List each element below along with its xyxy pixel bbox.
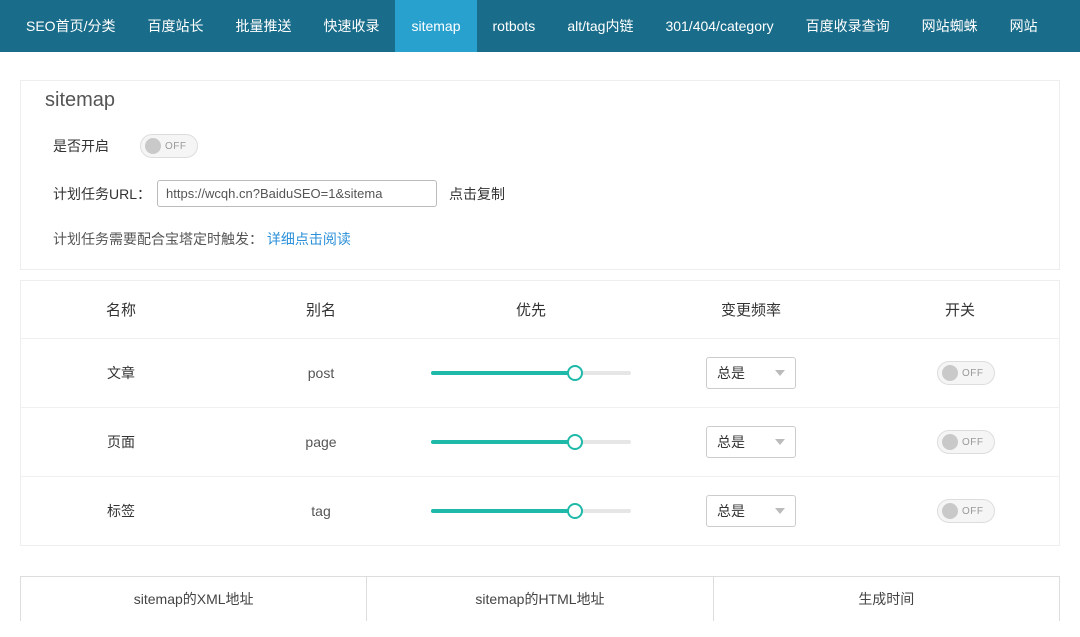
settings-panel: sitemap 是否开启 OFF 计划任务URL： 点击复制 计划任务需要配合宝…: [20, 80, 1060, 270]
priority-slider[interactable]: [431, 434, 631, 450]
nav-item-robots[interactable]: rotbots: [477, 0, 552, 52]
toggle-state-text: OFF: [165, 141, 187, 152]
toggle-knob-icon: [942, 503, 958, 519]
nav-item-site[interactable]: 网站: [994, 0, 1054, 52]
toggle-knob-icon: [145, 138, 161, 154]
row-toggle[interactable]: OFF: [937, 499, 995, 523]
col-xml-url: sitemap的XML地址: [21, 577, 367, 621]
nav-item-sitemap[interactable]: sitemap: [395, 0, 476, 52]
th-name: 名称: [21, 299, 221, 320]
slider-fill: [431, 509, 575, 513]
th-freq: 变更频率: [641, 299, 861, 320]
slider-fill: [431, 371, 575, 375]
freq-value: 总是: [717, 501, 745, 521]
col-generate-time: 生成时间: [714, 577, 1059, 621]
nav-item-301-404[interactable]: 301/404/category: [649, 0, 789, 52]
cron-detail-link[interactable]: 详细点击阅读: [267, 231, 351, 247]
th-switch: 开关: [861, 299, 1059, 320]
bottom-info-table: sitemap的XML地址 sitemap的HTML地址 生成时间: [20, 576, 1060, 621]
row-name: 文章: [21, 363, 221, 383]
table-row: 文章 post 总是 OFF: [21, 339, 1059, 408]
slider-handle-icon[interactable]: [567, 503, 583, 519]
cron-note: 计划任务需要配合宝塔定时触发： 详细点击阅读: [53, 229, 1035, 249]
row-name: 页面: [21, 432, 221, 452]
table-row: 标签 tag 总是 OFF: [21, 477, 1059, 545]
slider-handle-icon[interactable]: [567, 434, 583, 450]
panel-title: sitemap: [21, 81, 1059, 128]
toggle-knob-icon: [942, 365, 958, 381]
priority-slider[interactable]: [431, 503, 631, 519]
nav-item-baidu-webmaster[interactable]: 百度站长: [131, 0, 219, 52]
row-alias: post: [221, 365, 421, 381]
toggle-state-text: OFF: [962, 437, 984, 448]
row-toggle[interactable]: OFF: [937, 361, 995, 385]
copy-button[interactable]: 点击复制: [449, 184, 505, 204]
sitemap-table: 名称 别名 优先 变更频率 开关 文章 post 总是 OFF: [20, 280, 1060, 546]
cron-url-input[interactable]: [157, 180, 437, 207]
toggle-knob-icon: [942, 434, 958, 450]
col-html-url: sitemap的HTML地址: [367, 577, 713, 621]
table-row: 页面 page 总是 OFF: [21, 408, 1059, 477]
cron-note-text: 计划任务需要配合宝塔定时触发：: [53, 231, 263, 247]
freq-value: 总是: [717, 432, 745, 452]
freq-select[interactable]: 总是: [706, 495, 796, 527]
enable-label: 是否开启: [53, 136, 128, 156]
chevron-down-icon: [775, 439, 785, 445]
nav-item-baidu-index-check[interactable]: 百度收录查询: [790, 0, 906, 52]
nav-item-batch-push[interactable]: 批量推送: [219, 0, 307, 52]
toggle-state-text: OFF: [962, 368, 984, 379]
freq-select[interactable]: 总是: [706, 426, 796, 458]
freq-select[interactable]: 总是: [706, 357, 796, 389]
url-label: 计划任务URL：: [53, 184, 151, 204]
th-priority: 优先: [421, 299, 641, 320]
slider-handle-icon[interactable]: [567, 365, 583, 381]
th-alias: 别名: [221, 299, 421, 320]
row-toggle[interactable]: OFF: [937, 430, 995, 454]
top-nav: SEO首页/分类 百度站长 批量推送 快速收录 sitemap rotbots …: [0, 0, 1080, 52]
table-header-row: 名称 别名 优先 变更频率 开关: [21, 281, 1059, 339]
nav-item-seo-home[interactable]: SEO首页/分类: [10, 0, 131, 52]
freq-value: 总是: [717, 363, 745, 383]
nav-item-spider[interactable]: 网站蜘蛛: [906, 0, 994, 52]
row-name: 标签: [21, 501, 221, 521]
nav-item-fast-index[interactable]: 快速收录: [307, 0, 395, 52]
chevron-down-icon: [775, 508, 785, 514]
toggle-state-text: OFF: [962, 506, 984, 517]
nav-item-alt-tag[interactable]: alt/tag内链: [551, 0, 649, 52]
row-alias: page: [221, 434, 421, 450]
priority-slider[interactable]: [431, 365, 631, 381]
row-alias: tag: [221, 503, 421, 519]
chevron-down-icon: [775, 370, 785, 376]
enable-toggle[interactable]: OFF: [140, 134, 198, 158]
slider-fill: [431, 440, 575, 444]
